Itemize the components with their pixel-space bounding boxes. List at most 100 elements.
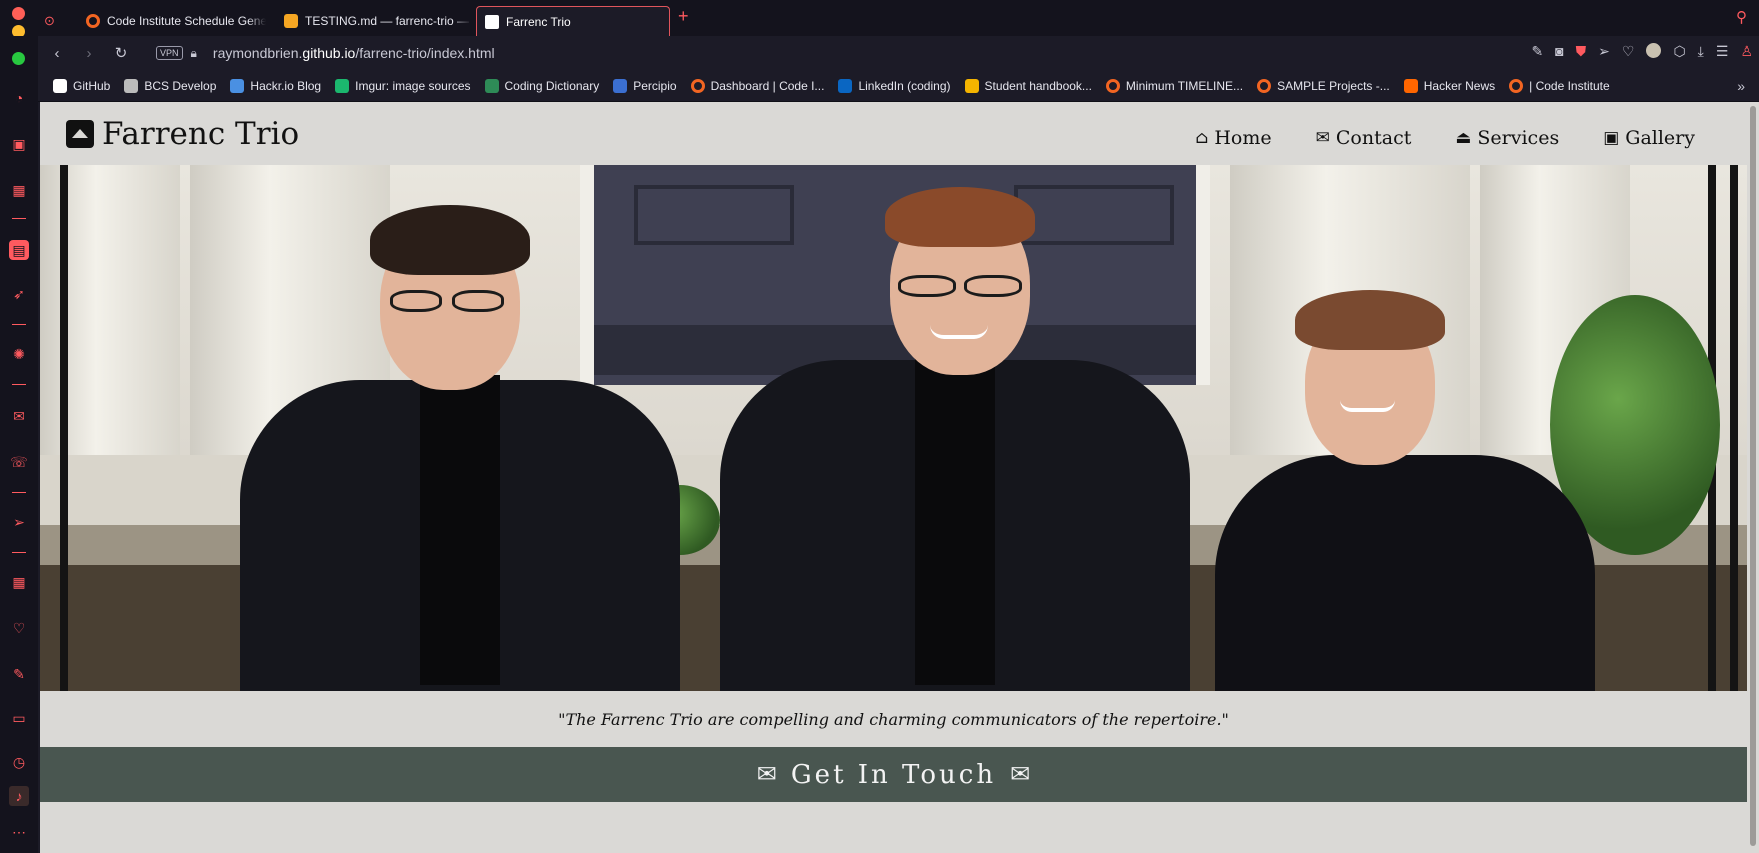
camera-icon[interactable]: ◙ [1555,43,1563,60]
nav-gallery-link[interactable]: ▣ Gallery [1603,127,1695,149]
eject-logo-icon [66,120,94,148]
lock-icon: 🔒︎ [190,45,197,60]
more-icon[interactable]: ⋯ [9,822,29,842]
extensions-grid-icon[interactable]: ▦ [9,572,29,592]
shield-icon[interactable]: ⛊ [1576,43,1587,60]
bookmark-favicon-icon [53,78,67,93]
url-field[interactable]: raymondbrien.github.io/farrenc-trio/inde… [213,45,495,61]
bookmark-favicon-icon [1105,78,1120,93]
zoom-window-button[interactable] [12,52,25,65]
testimonial-quote: "The Farrenc Trio are compelling and cha… [558,709,1229,729]
get-in-touch-band[interactable]: ✉ Get In Touch ✉ [40,747,1747,802]
bookmark-item[interactable]: Coding Dictionary [484,78,600,93]
hero-image [40,165,1747,691]
envelope-icon: ✉ [1315,128,1330,148]
bookmark-item[interactable]: Minimum TIMELINE... [1105,78,1244,93]
bookmarks-bar: GitHub BCS Develop Hackr.io Blog Imgur: ima… [38,70,1759,102]
bookmark-favicon-icon [838,78,853,93]
bookmark-favicon-icon [124,78,139,93]
eject-icon: ⏏ [1455,128,1472,148]
search-tabs-icon[interactable]: ⚲ [1736,8,1747,26]
bookmark-item[interactable]: LinkedIn (coding) [838,78,951,93]
bookmark-label: | Code Institute [1529,78,1610,93]
rocket-icon[interactable]: ➶ [9,284,29,304]
bookmarks-overflow-icon[interactable]: » [1737,78,1745,94]
scrollbar-thumb[interactable] [1750,106,1756,846]
ai-chip-icon[interactable]: ▦ [9,180,29,200]
bookmark-label: Coding Dictionary [504,78,600,93]
send-icon[interactable]: ➢ [9,512,29,532]
site-nav: ⌂ Home ✉ Contact ⏏ Services ▣ Gallery [1195,127,1695,149]
page-viewport: Farrenc Trio ⌂ Home ✉ Contact ⏏ Services ▣ G… [40,102,1747,853]
bookmark-favicon-icon [484,78,499,93]
bookmark-item[interactable]: SAMPLE Projects -... [1257,78,1390,93]
history-clock-icon[interactable]: ◷ [9,752,29,772]
reload-button[interactable]: ↻ [108,40,134,66]
edit-icon[interactable]: ✎ [1531,43,1543,60]
tv-icon[interactable]: ▭ [9,708,29,728]
flow-icon[interactable]: ▣ [9,134,29,154]
heart-icon[interactable]: ♡ [9,618,29,638]
bookmark-item[interactable]: Hacker News [1403,78,1496,93]
bookmark-label: GitHub [73,78,111,93]
bookmark-label: Dashboard | Code I... [710,78,825,93]
nav-home-link[interactable]: ⌂ Home [1195,127,1271,149]
bookmark-favicon-icon [230,78,245,93]
browser-sidebar: ◔ ▣ ▦ ▤ ➶ ✺ ✉ ☏ ➢ ▦ ♡ ✎ ▭ ◷ ♪ ⋯ [0,36,38,853]
get-in-touch-heading: Get In Touch [790,759,997,790]
download-icon[interactable]: ⤓ [1698,43,1704,60]
bookmark-label: BCS Develop [144,78,217,93]
bookmark-label: Minimum TIMELINE... [1125,78,1244,93]
bookmark-item[interactable]: Percipio [613,78,677,93]
site-header: Farrenc Trio ⌂ Home ✉ Contact ⏏ Services ▣ G… [40,102,1747,165]
tab-farrenc-trio[interactable]: Farrenc Trio [476,6,670,36]
tab-code-institute-schedule[interactable]: Code Institute Schedule Genera [78,6,266,36]
envelope-icon: ✉ [1010,761,1031,788]
browser-tab-bar: ⊙ Code Institute Schedule Genera TESTING… [0,0,1759,38]
nav-services-link[interactable]: ⏏ Services [1455,127,1559,149]
bookmark-item[interactable]: Imgur: image sources [335,78,471,93]
nav-contact-link[interactable]: ✉ Contact [1316,127,1412,149]
bookmark-label: Hackr.io Blog [250,78,322,93]
account-icon[interactable]: ♙ [1740,43,1753,60]
bookmark-label: Hacker News [1423,78,1496,93]
bookmark-item[interactable]: | Code Institute [1509,78,1610,93]
vpn-badge[interactable]: VPN [156,46,183,60]
heart-icon[interactable]: ♡ [1622,43,1635,60]
back-button[interactable]: ‹ [44,40,70,66]
easy-setup-icon[interactable]: ☰ [1716,43,1729,60]
farrenc-trio-favicon-icon [485,14,499,29]
whatsapp-icon[interactable]: ☏ [9,452,29,472]
speed-dial-icon[interactable]: ◔ [9,88,29,108]
bookmark-item[interactable]: Dashboard | Code I... [690,78,825,93]
page-scrollbar[interactable] [1747,102,1759,853]
bookmark-item[interactable]: BCS Develop [124,78,217,93]
forward-button[interactable]: › [76,40,102,66]
brand-link[interactable]: Farrenc Trio [66,116,299,152]
cube-icon[interactable]: ⬡ [1673,43,1685,60]
bookmark-label: SAMPLE Projects -... [1277,78,1390,93]
bookmark-favicon-icon [613,78,628,93]
gamepad-icon: ⊙ [44,13,55,28]
bookmark-item[interactable]: GitHub [53,78,111,93]
new-tab-button[interactable]: + [678,6,689,27]
close-window-button[interactable] [12,7,25,20]
profile-avatar[interactable] [1646,43,1662,58]
bookmark-favicon-icon [690,78,705,93]
bookmark-favicon-icon [1403,78,1418,93]
bookmark-label: Student handbook... [984,78,1092,93]
music-player-icon[interactable]: ♪ [9,786,29,806]
gitpod-icon [284,14,298,28]
bookmark-item[interactable]: Student handbook... [964,78,1092,93]
messenger-icon[interactable]: ✉ [9,406,29,426]
tab-workspaces[interactable]: ⊙ [44,6,68,36]
address-bar: ‹ › ↻ VPN 🔒︎ raymondbrien.github.io/farr… [38,36,1759,70]
bookmark-label: LinkedIn (coding) [858,78,951,93]
workspaces-briefcase-icon[interactable]: ▤ [9,240,29,260]
bookmark-item[interactable]: Hackr.io Blog [230,78,322,93]
send-icon[interactable]: ➢ [1598,43,1610,60]
bookmark-favicon-icon [964,78,979,93]
chatgpt-icon[interactable]: ✺ [9,344,29,364]
pin-board-icon[interactable]: ✎ [9,664,29,684]
tab-testing-md[interactable]: TESTING.md — farrenc-trio — G [276,6,472,36]
